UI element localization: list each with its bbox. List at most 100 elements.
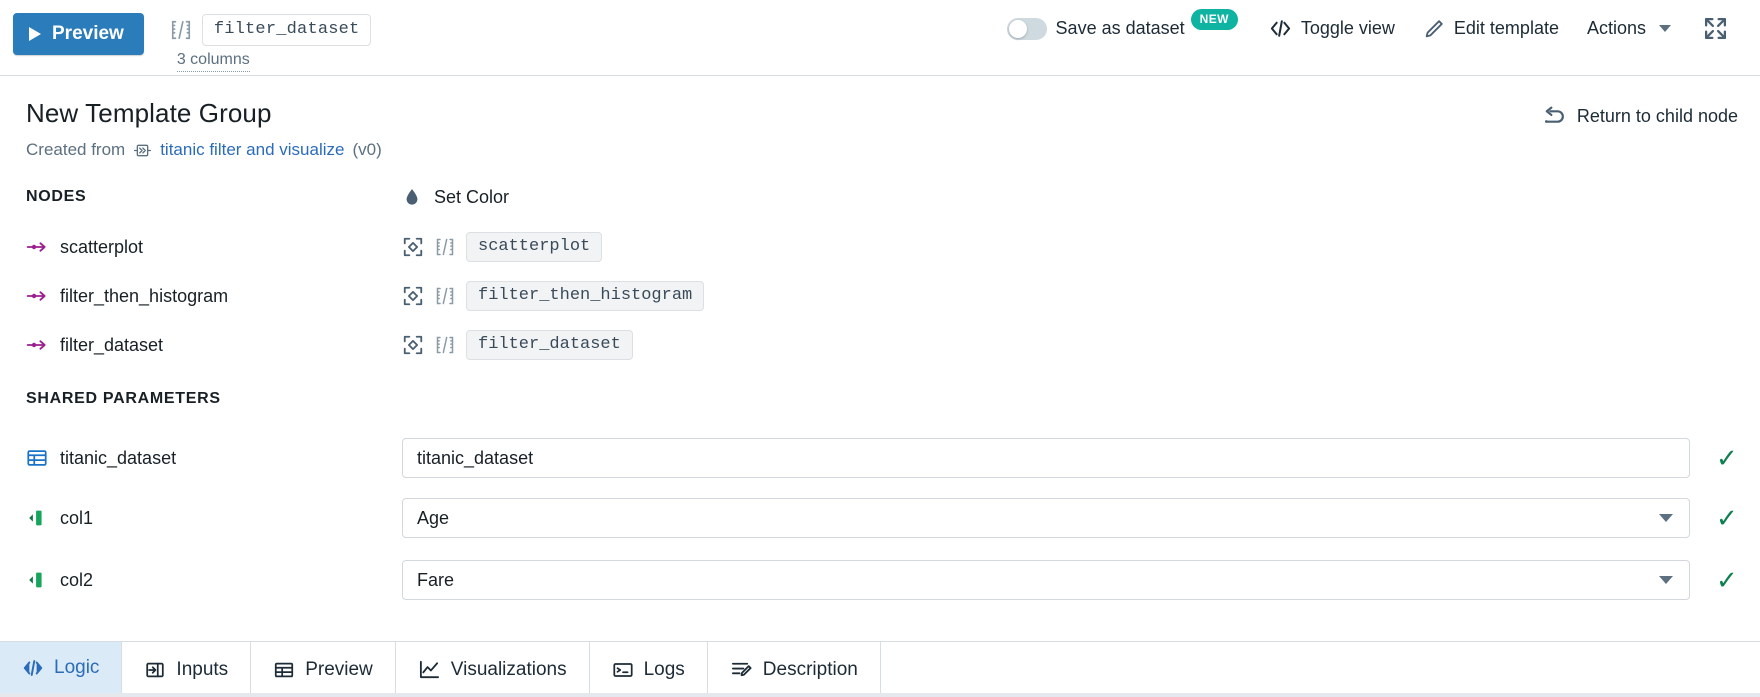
focus-node-icon[interactable] — [402, 285, 424, 307]
shared-parameter-row: col1 Age ✓ — [0, 498, 1760, 538]
template-variable-icon — [435, 286, 455, 306]
code-icon — [22, 657, 44, 679]
description-icon — [730, 658, 753, 681]
tab-bar-filler — [880, 642, 1760, 697]
chevron-down-icon — [1659, 576, 1673, 584]
fullscreen-button[interactable] — [1685, 10, 1742, 47]
tab-description[interactable]: Description — [707, 642, 881, 697]
terminal-icon — [612, 659, 634, 681]
column-icon — [26, 569, 48, 591]
return-to-child-node-button[interactable]: Return to child node — [1542, 104, 1738, 129]
node-name: filter_dataset — [60, 334, 164, 355]
new-badge: NEW — [1190, 9, 1238, 30]
tab-inputs[interactable]: Inputs — [122, 642, 252, 697]
droplet-icon — [402, 187, 422, 207]
shared-parameter-row: col2 Fare ✓ — [0, 560, 1760, 600]
toggle-view-label: Toggle view — [1300, 18, 1395, 38]
columns-count-link[interactable]: 3 columns — [176, 49, 250, 72]
shared-parameters-section-label: SHARED PARAMETERS — [26, 390, 221, 407]
template-variable-icon — [170, 19, 192, 41]
focus-node-icon[interactable] — [402, 334, 424, 356]
col2-select[interactable]: Fare — [402, 560, 1690, 600]
dataset-name-chip[interactable]: filter_dataset — [201, 14, 372, 46]
source-version: (v0) — [352, 140, 382, 159]
nodes-section-label: NODES — [26, 188, 87, 205]
shared-parameter-row: titanic_dataset titanic_dataset ✓ — [0, 438, 1760, 478]
node-link-icon — [26, 238, 48, 256]
titanic-dataset-value: titanic_dataset — [417, 447, 534, 468]
valid-check-icon: ✓ — [1716, 565, 1738, 595]
tab-logs[interactable]: Logs — [589, 642, 708, 697]
parameter-name: col1 — [60, 507, 94, 528]
parameter-name: titanic_dataset — [60, 447, 177, 468]
template-node-icon — [133, 141, 152, 160]
col1-value: Age — [417, 507, 450, 528]
play-icon — [29, 27, 41, 41]
bottom-tab-bar: Logic Inputs Preview Visualizations Logs… — [0, 641, 1760, 697]
tab-preview-label: Preview — [305, 658, 373, 680]
set-color-control[interactable]: Set Color — [402, 187, 509, 208]
tab-logic-label: Logic — [54, 657, 100, 678]
tab-inputs-label: Inputs — [176, 658, 229, 680]
tab-visualizations[interactable]: Visualizations — [395, 642, 590, 697]
node-value-chip[interactable]: scatterplot — [466, 232, 603, 262]
table-icon — [26, 447, 48, 469]
chevron-down-icon — [1659, 514, 1673, 522]
code-icon — [1269, 17, 1292, 40]
parameter-name: col2 — [60, 569, 94, 590]
tab-visualizations-label: Visualizations — [450, 658, 567, 680]
set-color-label: Set Color — [434, 186, 510, 207]
tab-preview[interactable]: Preview — [251, 642, 396, 697]
node-row: filter_then_histogram filter_then_histog… — [0, 281, 1760, 311]
node-row: scatterplot scatterplot — [0, 232, 1760, 262]
edit-template-label: Edit template — [1453, 18, 1559, 38]
page-title: New Template Group — [26, 98, 272, 128]
toggle-view-button[interactable]: Toggle view — [1255, 11, 1409, 46]
nodes-section-header-row: NODES Set Color — [0, 182, 1760, 212]
col1-select[interactable]: Age — [402, 498, 1690, 538]
actions-label: Actions — [1586, 18, 1646, 38]
actions-menu-button[interactable]: Actions — [1573, 12, 1685, 45]
titanic-dataset-input[interactable]: titanic_dataset — [402, 438, 1690, 478]
source-template-link[interactable]: titanic filter and visualize — [160, 140, 344, 160]
expand-icon — [1703, 16, 1728, 41]
template-group-editor: Preview filter_dataset 3 columns Save as… — [0, 0, 1760, 697]
editor-body: NODES Set Color scatterplot scatterplot … — [0, 166, 1760, 641]
focus-node-icon[interactable] — [402, 236, 424, 258]
valid-check-icon: ✓ — [1716, 503, 1738, 533]
pencil-icon — [1423, 18, 1445, 40]
created-from-label: Created from — [26, 140, 126, 159]
col2-value: Fare — [417, 569, 455, 590]
preview-button[interactable]: Preview — [13, 13, 144, 55]
node-name: scatterplot — [60, 236, 144, 257]
breadcrumb: Created from titanic filter and visualiz… — [26, 140, 1738, 160]
bottom-edge — [0, 693, 1760, 697]
shared-parameters-section-header-row: SHARED PARAMETERS — [0, 384, 1760, 414]
table-icon — [273, 659, 295, 681]
template-variable-icon — [435, 237, 455, 257]
node-link-icon — [26, 336, 48, 354]
return-arrow-icon — [1542, 104, 1567, 129]
tab-logic[interactable]: Logic — [0, 642, 123, 697]
template-variable-icon — [435, 335, 455, 355]
save-as-dataset-label: Save as dataset — [1055, 18, 1185, 38]
node-value-chip[interactable]: filter_dataset — [466, 330, 633, 360]
chart-line-icon — [418, 658, 441, 681]
chevron-down-icon — [1659, 25, 1671, 32]
toolbar-actions: Save as dataset NEW Toggle view Edit tem… — [993, 9, 1742, 47]
edit-template-button[interactable]: Edit template — [1409, 12, 1573, 46]
valid-check-icon: ✓ — [1716, 443, 1738, 473]
preview-button-label: Preview — [52, 23, 124, 44]
node-name: filter_then_histogram — [60, 285, 229, 306]
tab-description-label: Description — [762, 658, 858, 680]
page-header: New Template Group Created from titanic … — [0, 76, 1760, 166]
tab-logs-label: Logs — [643, 658, 685, 680]
return-to-child-node-label: Return to child node — [1576, 106, 1738, 126]
node-row: filter_dataset filter_dataset — [0, 330, 1760, 360]
save-as-dataset-toggle[interactable] — [1006, 17, 1047, 40]
save-as-dataset-control[interactable]: Save as dataset NEW — [993, 9, 1255, 46]
toolbar-dataset-group: filter_dataset 3 columns — [170, 13, 372, 72]
node-link-icon — [26, 287, 48, 305]
node-value-chip[interactable]: filter_then_histogram — [466, 281, 705, 311]
inputs-icon — [144, 659, 166, 681]
